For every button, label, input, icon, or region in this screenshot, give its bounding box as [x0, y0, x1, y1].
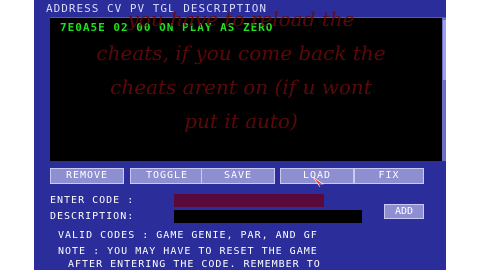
- scrollbar-thumb[interactable]: [443, 20, 446, 80]
- note-text-line2: AFTER ENTERING THE CODE. REMEMBER TO: [68, 259, 321, 270]
- cheat-list[interactable]: 7E0A5E 02 00 ON PLAY AS ZERO: [50, 17, 446, 161]
- pointer-cursor-icon: [312, 176, 324, 188]
- description-field[interactable]: [174, 210, 362, 223]
- save-button[interactable]: SAVE: [201, 168, 275, 184]
- fix-button[interactable]: FIX: [354, 168, 424, 184]
- enter-code-field[interactable]: [174, 194, 324, 207]
- toggle-button[interactable]: TOGGLE: [130, 168, 204, 184]
- description-label: DESCRIPTION:: [50, 211, 135, 222]
- cheat-window: ADDRESS CV PV TGL DESCRIPTION 7E0A5E 02 …: [34, 0, 446, 270]
- cheat-row[interactable]: 7E0A5E 02 00 ON PLAY AS ZERO: [60, 21, 273, 34]
- valid-codes-text: VALID CODES : GAME GENIE, PAR, AND GF: [58, 230, 318, 241]
- note-text-line1: NOTE : YOU MAY HAVE TO RESET THE GAME: [58, 246, 318, 257]
- enter-code-label: ENTER CODE :: [50, 195, 135, 206]
- column-header: ADDRESS CV PV TGL DESCRIPTION: [46, 2, 268, 15]
- remove-button[interactable]: REMOVE: [50, 168, 124, 184]
- list-scrollbar[interactable]: [442, 18, 446, 161]
- add-button[interactable]: ADD: [384, 204, 424, 219]
